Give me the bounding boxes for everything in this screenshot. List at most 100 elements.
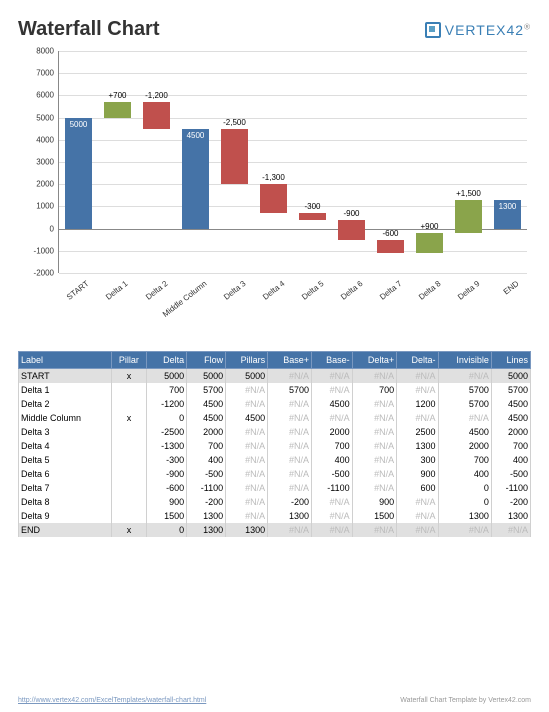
- cell: 1300: [268, 509, 312, 523]
- cell: -1100: [187, 481, 226, 495]
- bar-column: +700: [104, 51, 131, 273]
- cell: 1300: [187, 523, 226, 537]
- cell: -900: [147, 467, 187, 481]
- bar-column: -2,500: [221, 51, 248, 273]
- cell: #N/A: [352, 523, 397, 537]
- cell: 1300: [438, 509, 491, 523]
- col-header: Flow: [187, 352, 226, 369]
- cell: -2500: [147, 425, 187, 439]
- cell: #N/A: [268, 523, 312, 537]
- cell: #N/A: [352, 425, 397, 439]
- cell: #N/A: [352, 369, 397, 384]
- bar-column: -1,300: [260, 51, 287, 273]
- cell: -500: [312, 467, 353, 481]
- bar-up: +700: [104, 102, 131, 118]
- bar-down: -600: [377, 240, 404, 253]
- cell: -600: [147, 481, 187, 495]
- bar-value-label: -2,500: [223, 118, 246, 127]
- bar-down: -1,200: [143, 102, 170, 129]
- cell: 400: [491, 453, 530, 467]
- cell: 900: [397, 467, 438, 481]
- x-label: Delta 8: [417, 279, 443, 302]
- cell: 0: [438, 495, 491, 509]
- cell: 700: [187, 439, 226, 453]
- cell: #N/A: [268, 481, 312, 495]
- cell: [111, 439, 147, 453]
- cell: [111, 383, 147, 397]
- cell: 700: [147, 383, 187, 397]
- cell: #N/A: [226, 425, 268, 439]
- bar-value-label: -900: [343, 209, 359, 218]
- data-table: LabelPillarDeltaFlowPillarsBase+Base-Del…: [18, 351, 531, 537]
- cell: START: [19, 369, 112, 384]
- cell: 2000: [438, 439, 491, 453]
- cell: Delta 9: [19, 509, 112, 523]
- y-tick: 2000: [36, 180, 54, 189]
- cell: -500: [491, 467, 530, 481]
- bar-value-label: 5000: [70, 120, 88, 129]
- bar-up: +900: [416, 233, 443, 253]
- table-row: Delta 6-900-500#N/A#N/A-500#N/A900400-50…: [19, 467, 531, 481]
- col-header: Pillars: [226, 352, 268, 369]
- bar-value-label: -300: [304, 202, 320, 211]
- cell: #N/A: [352, 411, 397, 425]
- cell: 600: [397, 481, 438, 495]
- cell: 4500: [187, 397, 226, 411]
- col-header: Pillar: [111, 352, 147, 369]
- cell: #N/A: [312, 523, 353, 537]
- col-header: Delta: [147, 352, 187, 369]
- logo-icon: [425, 22, 441, 38]
- cell: 1200: [397, 397, 438, 411]
- x-label: Delta 7: [378, 279, 404, 302]
- table-row: Delta 8900-200#N/A-200#N/A900#N/A0-200: [19, 495, 531, 509]
- cell: #N/A: [438, 369, 491, 384]
- bar-value-label: -600: [382, 229, 398, 238]
- bar-column: +900: [416, 51, 443, 273]
- cell: #N/A: [226, 439, 268, 453]
- cell: Delta 3: [19, 425, 112, 439]
- col-header: Label: [19, 352, 112, 369]
- chart-plot: 5000 +700 -1,200 4500 -2,500 -1,300 -300 -900 -6…: [58, 51, 527, 273]
- cell: #N/A: [268, 411, 312, 425]
- footer-credit: Waterfall Chart Template by Vertex42.com: [400, 697, 531, 704]
- bar-value-label: 4500: [187, 131, 205, 140]
- cell: Delta 8: [19, 495, 112, 509]
- x-label: Delta 5: [300, 279, 326, 302]
- y-axis: -2000-1000010002000300040005000600070008…: [26, 51, 58, 273]
- page-footer: http://www.vertex42.com/ExcelTemplates/w…: [18, 697, 531, 704]
- cell: #N/A: [226, 467, 268, 481]
- table-row: Delta 5-300400#N/A#N/A400#N/A300700400: [19, 453, 531, 467]
- table-row: Delta 915001300#N/A1300#N/A1500#N/A13001…: [19, 509, 531, 523]
- cell: END: [19, 523, 112, 537]
- table-row: Delta 4-1300700#N/A#N/A700#N/A1300200070…: [19, 439, 531, 453]
- cell: 0: [438, 481, 491, 495]
- cell: 5700: [438, 397, 491, 411]
- cell: 700: [312, 439, 353, 453]
- y-tick: 4000: [36, 135, 54, 144]
- cell: #N/A: [397, 509, 438, 523]
- bar-pillar: 1300: [494, 200, 521, 229]
- cell: [111, 481, 147, 495]
- cell: 900: [147, 495, 187, 509]
- cell: 300: [397, 453, 438, 467]
- bar-pillar: 4500: [182, 129, 209, 229]
- cell: [111, 425, 147, 439]
- bar-value-label: 1300: [499, 202, 517, 211]
- y-tick: -1000: [34, 246, 54, 255]
- cell: 5000: [491, 369, 530, 384]
- cell: x: [111, 411, 147, 425]
- y-tick: 7000: [36, 69, 54, 78]
- brand-logo: VERTEX42®: [425, 22, 531, 38]
- logo-text: VERTEX42®: [445, 22, 531, 38]
- table-body: STARTx500050005000#N/A#N/A#N/A#N/A#N/A50…: [19, 369, 531, 538]
- cell: Delta 1: [19, 383, 112, 397]
- bar-down: -2,500: [221, 129, 248, 185]
- bar-value-label: -1,200: [145, 91, 168, 100]
- cell: 900: [352, 495, 397, 509]
- cell: Delta 4: [19, 439, 112, 453]
- y-tick: 8000: [36, 47, 54, 56]
- cell: 5700: [268, 383, 312, 397]
- cell: #N/A: [397, 495, 438, 509]
- cell: #N/A: [312, 509, 353, 523]
- col-header: Invisible: [438, 352, 491, 369]
